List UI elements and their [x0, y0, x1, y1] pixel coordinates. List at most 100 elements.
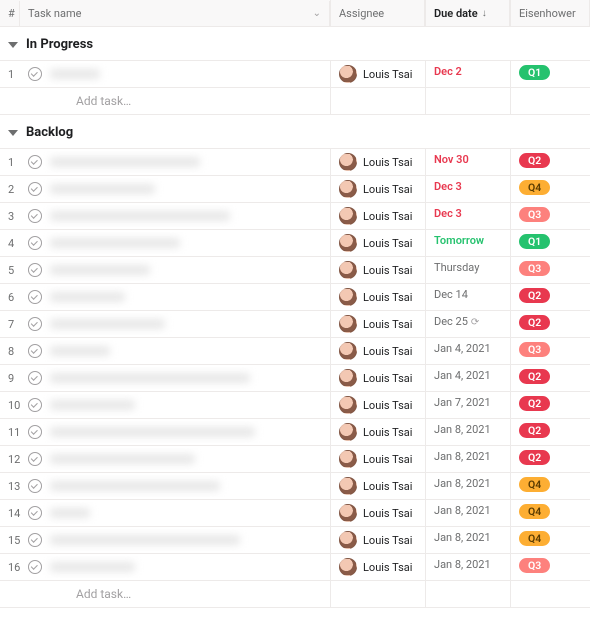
eisenhower-cell[interactable]: Q3 — [510, 203, 590, 229]
column-header-taskname[interactable]: Task name ⌄ — [20, 1, 330, 26]
task-name-cell[interactable] — [20, 394, 330, 416]
task-row[interactable]: 8Louis TsaiJan 4, 2021Q3 — [0, 338, 590, 365]
assignee-cell[interactable]: Louis Tsai — [330, 500, 425, 526]
assignee-cell[interactable]: Louis Tsai — [330, 230, 425, 256]
assignee-cell[interactable]: Louis Tsai — [330, 203, 425, 229]
task-row[interactable]: 13Louis TsaiJan 8, 2021Q4 — [0, 473, 590, 500]
due-date-cell[interactable]: Dec 14 — [425, 284, 510, 310]
task-row[interactable]: 6Louis TsaiDec 14Q2 — [0, 284, 590, 311]
chevron-down-icon[interactable]: ⌄ — [313, 8, 321, 19]
assignee-cell[interactable]: Louis Tsai — [330, 392, 425, 418]
assignee-cell[interactable]: Louis Tsai — [330, 61, 425, 87]
collapse-triangle-icon[interactable] — [8, 130, 18, 136]
task-name-cell[interactable] — [20, 448, 330, 470]
eisenhower-cell[interactable]: Q1 — [510, 230, 590, 256]
task-row[interactable]: 16Louis TsaiJan 8, 2021Q3 — [0, 554, 590, 581]
assignee-cell[interactable]: Louis Tsai — [330, 419, 425, 445]
eisenhower-cell[interactable]: Q3 — [510, 554, 590, 580]
eisenhower-cell[interactable]: Q3 — [510, 338, 590, 364]
complete-check-icon[interactable] — [28, 209, 42, 223]
eisenhower-cell[interactable]: Q2 — [510, 419, 590, 445]
eisenhower-cell[interactable]: Q2 — [510, 311, 590, 337]
assignee-cell[interactable]: Louis Tsai — [330, 554, 425, 580]
section-header[interactable]: Backlog — [0, 115, 590, 149]
section-header[interactable]: In Progress — [0, 27, 590, 61]
eisenhower-cell[interactable]: Q4 — [510, 500, 590, 526]
complete-check-icon[interactable] — [28, 155, 42, 169]
eisenhower-cell[interactable]: Q3 — [510, 257, 590, 283]
complete-check-icon[interactable] — [28, 452, 42, 466]
task-name-cell[interactable] — [20, 205, 330, 227]
task-row[interactable]: 7Louis TsaiDec 25⟳Q2 — [0, 311, 590, 338]
due-date-cell[interactable]: Jan 4, 2021 — [425, 365, 510, 391]
task-name-cell[interactable] — [20, 475, 330, 497]
task-name-cell[interactable] — [20, 286, 330, 308]
assignee-cell[interactable]: Louis Tsai — [330, 365, 425, 391]
due-date-cell[interactable]: Jan 8, 2021 — [425, 446, 510, 472]
task-row[interactable]: 2Louis TsaiDec 3Q4 — [0, 176, 590, 203]
column-header-assignee[interactable]: Assignee — [330, 0, 425, 26]
assignee-cell[interactable]: Louis Tsai — [330, 527, 425, 553]
due-date-cell[interactable]: Thursday — [425, 257, 510, 283]
complete-check-icon[interactable] — [28, 425, 42, 439]
task-name-cell[interactable] — [20, 421, 330, 443]
complete-check-icon[interactable] — [28, 371, 42, 385]
assignee-cell[interactable]: Louis Tsai — [330, 284, 425, 310]
complete-check-icon[interactable] — [28, 398, 42, 412]
assignee-cell[interactable]: Louis Tsai — [330, 257, 425, 283]
task-row[interactable]: 14Louis TsaiJan 8, 2021Q4 — [0, 500, 590, 527]
eisenhower-cell[interactable]: Q2 — [510, 365, 590, 391]
task-name-cell[interactable] — [20, 367, 330, 389]
task-name-cell[interactable] — [20, 502, 330, 524]
task-row[interactable]: 4Louis TsaiTomorrowQ1 — [0, 230, 590, 257]
column-header-number[interactable]: # — [0, 1, 20, 26]
complete-check-icon[interactable] — [28, 290, 42, 304]
eisenhower-cell[interactable]: Q4 — [510, 473, 590, 499]
due-date-cell[interactable]: Nov 30 — [425, 149, 510, 175]
task-row[interactable]: 12Louis TsaiJan 8, 2021Q2 — [0, 446, 590, 473]
eisenhower-cell[interactable]: Q4 — [510, 176, 590, 202]
complete-check-icon[interactable] — [28, 533, 42, 547]
task-row[interactable]: 15Louis TsaiJan 8, 2021Q4 — [0, 527, 590, 554]
task-name-cell[interactable] — [20, 313, 330, 335]
due-date-cell[interactable]: Dec 2 — [425, 61, 510, 87]
due-date-cell[interactable]: Dec 3 — [425, 203, 510, 229]
assignee-cell[interactable]: Louis Tsai — [330, 311, 425, 337]
task-name-cell[interactable] — [20, 259, 330, 281]
assignee-cell[interactable]: Louis Tsai — [330, 446, 425, 472]
task-row[interactable]: 11Louis TsaiJan 8, 2021Q2 — [0, 419, 590, 446]
assignee-cell[interactable]: Louis Tsai — [330, 473, 425, 499]
due-date-cell[interactable]: Dec 25⟳ — [425, 311, 510, 337]
task-row[interactable]: 9Louis TsaiJan 4, 2021Q2 — [0, 365, 590, 392]
eisenhower-cell[interactable]: Q1 — [510, 61, 590, 87]
due-date-cell[interactable]: Dec 3 — [425, 176, 510, 202]
collapse-triangle-icon[interactable] — [8, 42, 18, 48]
complete-check-icon[interactable] — [28, 67, 42, 81]
task-row[interactable]: 3Louis TsaiDec 3Q3 — [0, 203, 590, 230]
task-row[interactable]: 5Louis TsaiThursdayQ3 — [0, 257, 590, 284]
assignee-cell[interactable]: Louis Tsai — [330, 176, 425, 202]
due-date-cell[interactable]: Jan 8, 2021 — [425, 419, 510, 445]
complete-check-icon[interactable] — [28, 506, 42, 520]
due-date-cell[interactable]: Jan 8, 2021 — [425, 500, 510, 526]
column-header-duedate[interactable]: Due date ↓ — [425, 0, 510, 26]
task-name-cell[interactable] — [20, 556, 330, 578]
task-name-cell[interactable] — [20, 178, 330, 200]
task-name-cell[interactable] — [20, 529, 330, 551]
due-date-cell[interactable]: Tomorrow — [425, 230, 510, 256]
due-date-cell[interactable]: Jan 7, 2021 — [425, 392, 510, 418]
eisenhower-cell[interactable]: Q2 — [510, 149, 590, 175]
assignee-cell[interactable]: Louis Tsai — [330, 338, 425, 364]
eisenhower-cell[interactable]: Q2 — [510, 392, 590, 418]
complete-check-icon[interactable] — [28, 479, 42, 493]
due-date-cell[interactable]: Jan 8, 2021 — [425, 554, 510, 580]
due-date-cell[interactable]: Jan 8, 2021 — [425, 527, 510, 553]
add-task-row[interactable]: Add task… — [0, 581, 590, 608]
task-row[interactable]: 10Louis TsaiJan 7, 2021Q2 — [0, 392, 590, 419]
eisenhower-cell[interactable]: Q2 — [510, 284, 590, 310]
eisenhower-cell[interactable]: Q2 — [510, 446, 590, 472]
complete-check-icon[interactable] — [28, 560, 42, 574]
add-task-row[interactable]: Add task… — [0, 88, 590, 115]
complete-check-icon[interactable] — [28, 263, 42, 277]
complete-check-icon[interactable] — [28, 317, 42, 331]
